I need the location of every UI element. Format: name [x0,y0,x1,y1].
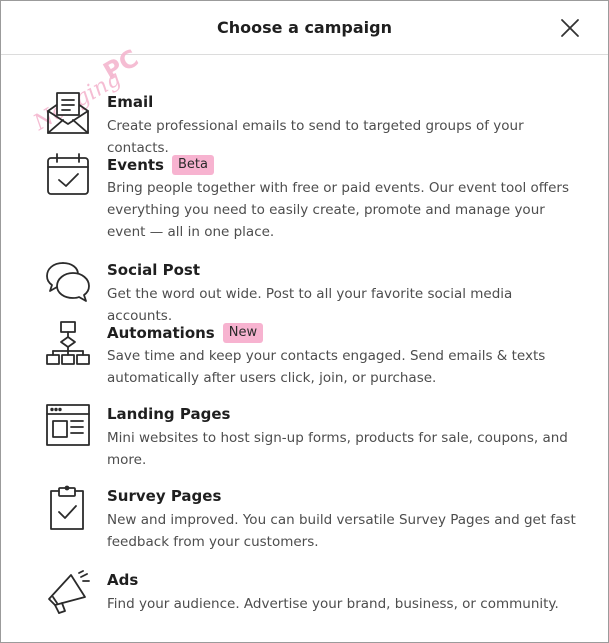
browser-page-icon [45,403,91,449]
new-badge: New [222,323,264,343]
campaign-item-survey-pages[interactable]: Survey Pages New and improved. You can b… [1,485,608,553]
item-title: Ads [107,571,138,589]
item-title: Social Post [107,261,200,279]
item-description: Save time and keep your contacts engaged… [107,348,546,386]
item-title-text: Ads [107,571,139,589]
megaphone-icon [45,569,91,615]
calendar-check-icon [45,153,91,199]
campaign-item-landing-pages[interactable]: Landing Pages Mini websites to host sign… [1,403,608,471]
item-description: Bring people together with free or paid … [107,180,569,240]
item-title-text: Events [107,156,164,174]
chat-bubbles-icon [45,259,91,305]
campaign-dialog: Choose a campaign Nonging PC [0,0,609,643]
close-button[interactable] [558,16,582,40]
item-description: Find your audience. Advertise your brand… [107,596,559,612]
item-description: New and improved. You can build versatil… [107,512,576,550]
email-icon [45,91,91,137]
item-title: Automations New [107,323,264,343]
item-title: Landing Pages [107,405,230,423]
beta-badge: Beta [171,155,214,175]
campaign-item-email[interactable]: Email Create professional emails to send… [1,91,608,156]
item-title: Events Beta [107,155,214,175]
dialog-title: Choose a campaign [217,18,392,37]
item-title: Survey Pages [107,487,221,505]
item-title-text: Email [107,93,154,111]
campaign-item-social-post[interactable]: Social Post Get the word out wide. Post … [1,259,608,324]
campaign-item-events[interactable]: Events Beta Bring people together with f… [1,153,608,243]
item-title-text: Landing Pages [107,405,231,423]
clipboard-check-icon [45,485,91,531]
campaign-item-ads[interactable]: Ads Find your audience. Advertise your b… [1,569,608,615]
item-description: Get the word out wide. Post to all your … [107,286,513,324]
item-title: Email [107,93,153,111]
item-description: Create professional emails to send to ta… [107,118,524,156]
dialog-header: Choose a campaign [1,1,608,55]
item-title-text: Automations [107,324,215,342]
item-description: Mini websites to host sign-up forms, pro… [107,430,568,468]
item-title-text: Survey Pages [107,487,222,505]
flowchart-icon [45,321,91,367]
close-icon[interactable] [558,16,582,40]
item-title-text: Social Post [107,261,201,279]
campaign-item-automations[interactable]: Automations New Save time and keep your … [1,321,608,389]
